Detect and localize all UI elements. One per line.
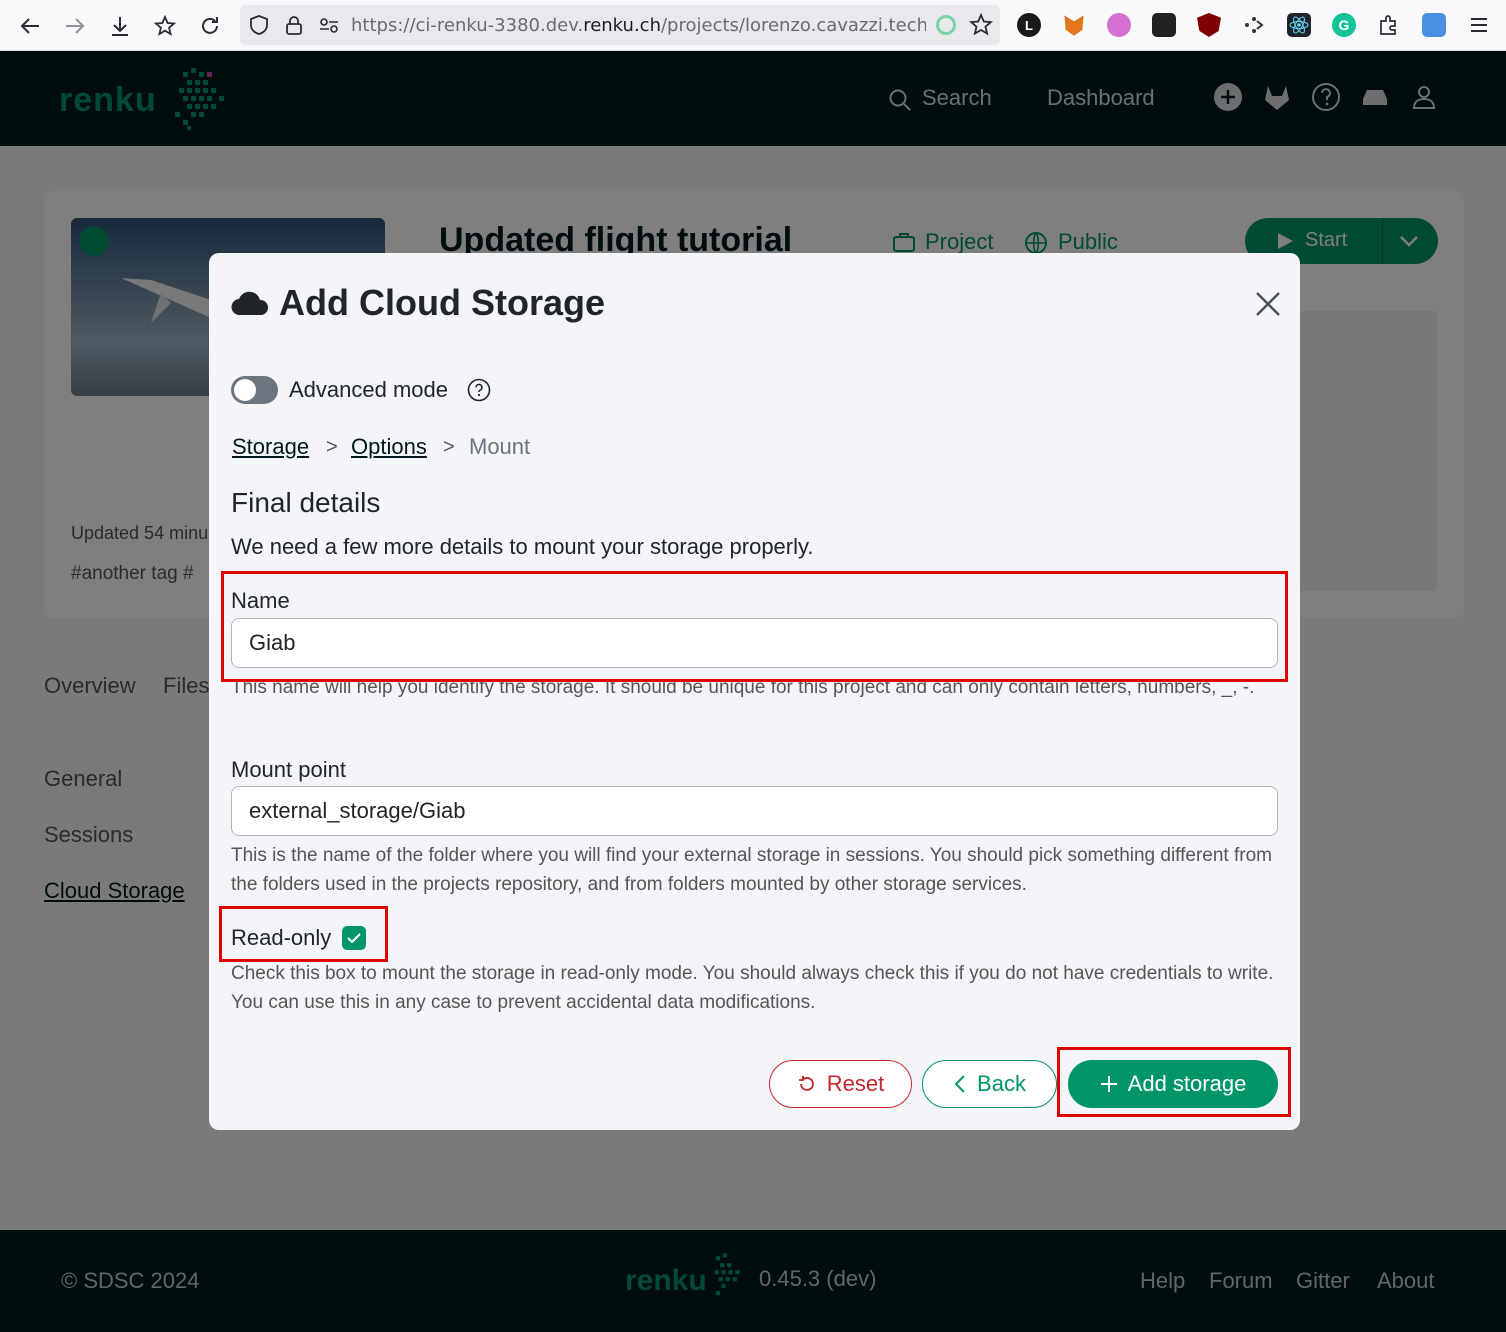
translate-icon[interactable] bbox=[1422, 13, 1446, 37]
address-bar[interactable]: https://ci-renku-3380.dev.renku.ch/proje… bbox=[240, 5, 1000, 45]
advanced-mode-label: Advanced mode bbox=[289, 377, 448, 402]
breadcrumb-options[interactable]: Options bbox=[351, 434, 427, 460]
mount-point-label: Mount point bbox=[231, 757, 346, 782]
close-icon[interactable] bbox=[1252, 288, 1284, 320]
menu-hamburger-icon[interactable] bbox=[1467, 13, 1491, 37]
breadcrumb-storage[interactable]: Storage bbox=[232, 434, 309, 460]
modal-title: Add Cloud Storage bbox=[279, 282, 605, 323]
advanced-mode-toggle[interactable] bbox=[231, 376, 278, 404]
dots-extension-icon[interactable] bbox=[1242, 13, 1266, 37]
extensions-puzzle-icon[interactable] bbox=[1377, 13, 1401, 37]
chevron-left-icon bbox=[954, 1075, 965, 1093]
cloud-icon bbox=[231, 291, 269, 316]
mount-point-input[interactable] bbox=[231, 786, 1278, 836]
breadcrumb-separator: > bbox=[443, 436, 455, 458]
reset-button[interactable]: Reset bbox=[769, 1060, 912, 1108]
lock-icon[interactable] bbox=[283, 14, 305, 36]
back-button[interactable]: Back bbox=[922, 1060, 1057, 1108]
grammarly-icon[interactable]: G bbox=[1332, 13, 1356, 37]
permissions-icon[interactable] bbox=[318, 14, 340, 36]
reset-icon bbox=[798, 1076, 814, 1091]
power-extension-icon[interactable] bbox=[1107, 13, 1131, 37]
browser-toolbar: https://ci-renku-3380.dev.renku.ch/proje… bbox=[0, 0, 1506, 51]
extension-indicator-icon[interactable] bbox=[936, 15, 956, 35]
reload-icon[interactable] bbox=[194, 10, 226, 42]
breadcrumb-mount: Mount bbox=[469, 434, 531, 459]
highlight-name-field bbox=[221, 571, 1288, 682]
read-only-help-text: Check this box to mount the storage in r… bbox=[231, 963, 1274, 1013]
question-circle-icon[interactable] bbox=[467, 378, 491, 402]
downloads-icon[interactable] bbox=[104, 10, 136, 42]
extension-l-icon[interactable]: L bbox=[1017, 13, 1041, 37]
section-description: We need a few more details to mount your… bbox=[231, 534, 814, 559]
back-arrow-icon[interactable] bbox=[14, 10, 46, 42]
react-devtools-icon[interactable] bbox=[1287, 13, 1311, 37]
bookmark-page-icon[interactable] bbox=[969, 13, 993, 37]
add-cloud-storage-modal: Add Cloud Storage Advanced mode Storage … bbox=[209, 253, 1300, 1130]
shield-icon[interactable] bbox=[248, 14, 270, 36]
highlight-read-only bbox=[219, 906, 388, 962]
highlight-add-storage bbox=[1057, 1047, 1291, 1117]
bookmark-star-icon[interactable] bbox=[149, 10, 181, 42]
breadcrumb-separator: > bbox=[326, 436, 338, 458]
metamask-fox-icon[interactable] bbox=[1064, 15, 1084, 36]
camera-extension-icon[interactable] bbox=[1152, 13, 1176, 37]
ublock-icon[interactable] bbox=[1197, 13, 1221, 37]
mount-point-help-text: This is the name of the folder where you… bbox=[231, 845, 1272, 895]
section-title: Final details bbox=[231, 487, 381, 518]
url-text[interactable]: https://ci-renku-3380.dev.renku.ch/proje… bbox=[351, 15, 926, 36]
forward-arrow-icon[interactable] bbox=[59, 10, 91, 42]
